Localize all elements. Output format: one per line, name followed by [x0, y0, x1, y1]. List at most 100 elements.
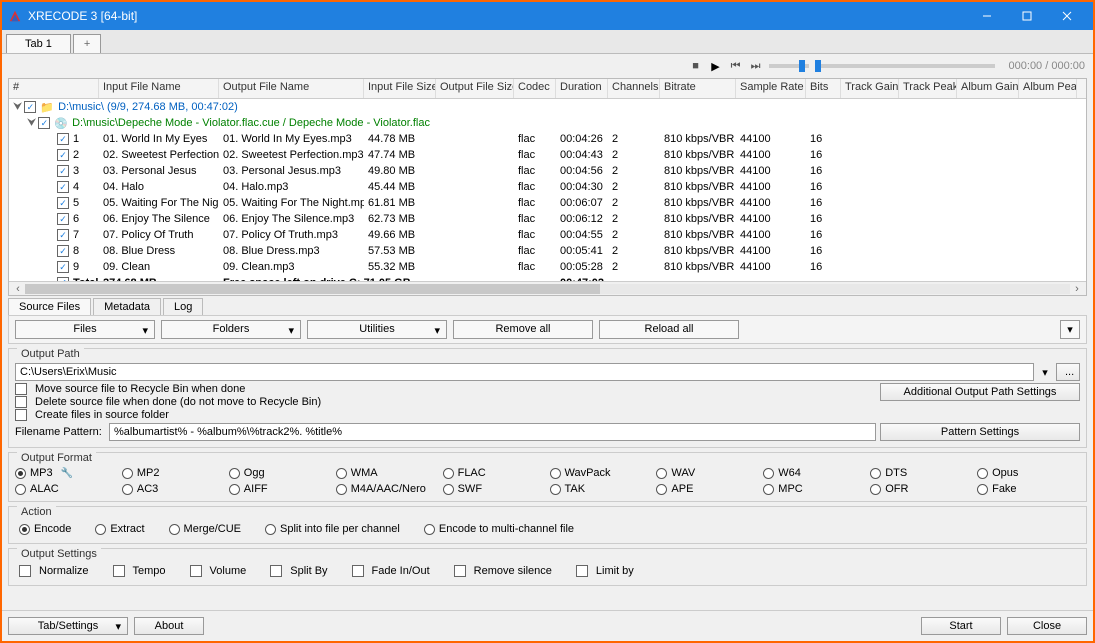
format-ofr[interactable]: OFR: [870, 483, 973, 495]
format-tak[interactable]: TAK: [550, 483, 653, 495]
close-button[interactable]: [1047, 2, 1087, 30]
col-duration[interactable]: Duration: [556, 79, 608, 98]
table-row[interactable]: 909. Clean09. Clean.mp355.32 MBflac00:05…: [9, 259, 1086, 275]
col-output-size[interactable]: Output File Size: [436, 79, 514, 98]
row-checkbox[interactable]: [57, 245, 69, 257]
seek-slider[interactable]: [815, 64, 995, 68]
format-w64[interactable]: W64: [763, 467, 866, 479]
format-swf[interactable]: SWF: [443, 483, 546, 495]
setting-fade-in-out[interactable]: Fade In/Out: [352, 565, 430, 577]
col-bitrate[interactable]: Bitrate: [660, 79, 736, 98]
grid-hscroll[interactable]: ‹ ›: [9, 281, 1086, 295]
folders-dropdown[interactable]: Folders▾: [161, 320, 301, 339]
table-row[interactable]: 808. Blue Dress08. Blue Dress.mp357.53 M…: [9, 243, 1086, 259]
delete-source-checkbox[interactable]: Delete source file when done (do not mov…: [15, 396, 321, 408]
root-checkbox[interactable]: [24, 101, 36, 113]
action-encode-to-multi-channel-file[interactable]: Encode to multi-channel file: [424, 523, 574, 535]
tree-album[interactable]: ⮟ 💿 D:\music\Depeche Mode - Violator.fla…: [9, 115, 1086, 131]
row-checkbox[interactable]: [57, 213, 69, 225]
start-button[interactable]: Start: [921, 617, 1001, 635]
format-aiff[interactable]: AIFF: [229, 483, 332, 495]
col-number[interactable]: #: [9, 79, 99, 98]
col-channels[interactable]: Channels: [608, 79, 660, 98]
pattern-settings-button[interactable]: Pattern Settings: [880, 423, 1080, 441]
total-checkbox[interactable]: [57, 277, 69, 281]
col-trackgain[interactable]: Track Gain: [841, 79, 899, 98]
format-mpc[interactable]: MPC: [763, 483, 866, 495]
action-encode[interactable]: Encode: [19, 523, 71, 535]
row-checkbox[interactable]: [57, 261, 69, 273]
col-output-name[interactable]: Output File Name: [219, 79, 364, 98]
col-bits[interactable]: Bits: [806, 79, 841, 98]
subtab-metadata[interactable]: Metadata: [93, 298, 161, 315]
table-row[interactable]: 303. Personal Jesus03. Personal Jesus.mp…: [9, 163, 1086, 179]
album-checkbox[interactable]: [38, 117, 50, 129]
maximize-button[interactable]: [1007, 2, 1047, 30]
utilities-dropdown[interactable]: Utilities▾: [307, 320, 447, 339]
format-wav[interactable]: WAV: [656, 467, 759, 479]
col-albumpeak[interactable]: Album Peak: [1019, 79, 1077, 98]
action-extract[interactable]: Extract: [95, 523, 144, 535]
stop-button[interactable]: ■: [689, 59, 703, 73]
table-row[interactable]: 202. Sweetest Perfection02. Sweetest Per…: [9, 147, 1086, 163]
col-input-size[interactable]: Input File Size: [364, 79, 436, 98]
table-row[interactable]: 404. Halo04. Halo.mp345.44 MBflac00:04:3…: [9, 179, 1086, 195]
row-checkbox[interactable]: [57, 181, 69, 193]
format-mp2[interactable]: MP2: [122, 467, 225, 479]
scroll-right-icon[interactable]: ›: [1070, 283, 1084, 295]
format-wma[interactable]: WMA: [336, 467, 439, 479]
row-checkbox[interactable]: [57, 149, 69, 161]
setting-normalize[interactable]: Normalize: [19, 565, 89, 577]
play-button[interactable]: ▶: [709, 59, 723, 73]
format-ape[interactable]: APE: [656, 483, 759, 495]
table-row[interactable]: 707. Policy Of Truth07. Policy Of Truth.…: [9, 227, 1086, 243]
row-checkbox[interactable]: [57, 133, 69, 145]
tree-root[interactable]: ⮟ 📁 D:\music\ (9/9, 274.68 MB, 00:47:02): [9, 99, 1086, 115]
setting-volume[interactable]: Volume: [190, 565, 247, 577]
prev-button[interactable]: ⏮: [729, 59, 743, 73]
close-app-button[interactable]: Close: [1007, 617, 1087, 635]
format-fake[interactable]: Fake: [977, 483, 1080, 495]
row-checkbox[interactable]: [57, 197, 69, 209]
setting-remove-silence[interactable]: Remove silence: [454, 565, 552, 577]
minimize-button[interactable]: [967, 2, 1007, 30]
toolbar-overflow[interactable]: ▾: [1060, 320, 1080, 339]
tab-settings-button[interactable]: Tab/Settings▾: [8, 617, 128, 635]
format-dts[interactable]: DTS: [870, 467, 973, 479]
setting-tempo[interactable]: Tempo: [113, 565, 166, 577]
move-recycle-checkbox[interactable]: Move source file to Recycle Bin when don…: [15, 383, 321, 395]
col-samplerate[interactable]: Sample Rate: [736, 79, 806, 98]
col-albumgain[interactable]: Album Gain: [957, 79, 1019, 98]
format-alac[interactable]: ALAC: [15, 483, 118, 495]
table-row[interactable]: 606. Enjoy The Silence06. Enjoy The Sile…: [9, 211, 1086, 227]
output-path-input[interactable]: [15, 363, 1034, 381]
subtab-source[interactable]: Source Files: [8, 298, 91, 315]
additional-output-button[interactable]: Additional Output Path Settings: [880, 383, 1080, 401]
next-button[interactable]: ⏭: [749, 59, 763, 73]
action-split-into-file-per-channel[interactable]: Split into file per channel: [265, 523, 400, 535]
setting-limit-by[interactable]: Limit by: [576, 565, 634, 577]
reload-all-button[interactable]: Reload all: [599, 320, 739, 339]
action-merge-cue[interactable]: Merge/CUE: [169, 523, 241, 535]
row-checkbox[interactable]: [57, 229, 69, 241]
format-opus[interactable]: Opus: [977, 467, 1080, 479]
format-flac[interactable]: FLAC: [443, 467, 546, 479]
remove-all-button[interactable]: Remove all: [453, 320, 593, 339]
col-input-name[interactable]: Input File Name: [99, 79, 219, 98]
format-m4aaacnero[interactable]: M4A/AAC/Nero: [336, 483, 439, 495]
browse-button[interactable]: ...: [1056, 363, 1080, 381]
create-in-source-checkbox[interactable]: Create files in source folder: [15, 409, 321, 421]
table-row[interactable]: 101. World In My Eyes01. World In My Eye…: [9, 131, 1086, 147]
col-codec[interactable]: Codec: [514, 79, 556, 98]
format-wavpack[interactable]: WavPack: [550, 467, 653, 479]
table-row[interactable]: 505. Waiting For The Night05. Waiting Fo…: [9, 195, 1086, 211]
files-dropdown[interactable]: Files▾: [15, 320, 155, 339]
scroll-left-icon[interactable]: ‹: [11, 283, 25, 295]
format-ogg[interactable]: Ogg: [229, 467, 332, 479]
setting-split-by[interactable]: Split By: [270, 565, 327, 577]
add-tab-button[interactable]: +: [73, 34, 101, 53]
format-mp3[interactable]: MP3🔧: [15, 467, 118, 479]
expand-icon[interactable]: ⮟: [27, 117, 36, 130]
gear-icon[interactable]: 🔧: [61, 468, 73, 479]
format-ac3[interactable]: AC3: [122, 483, 225, 495]
